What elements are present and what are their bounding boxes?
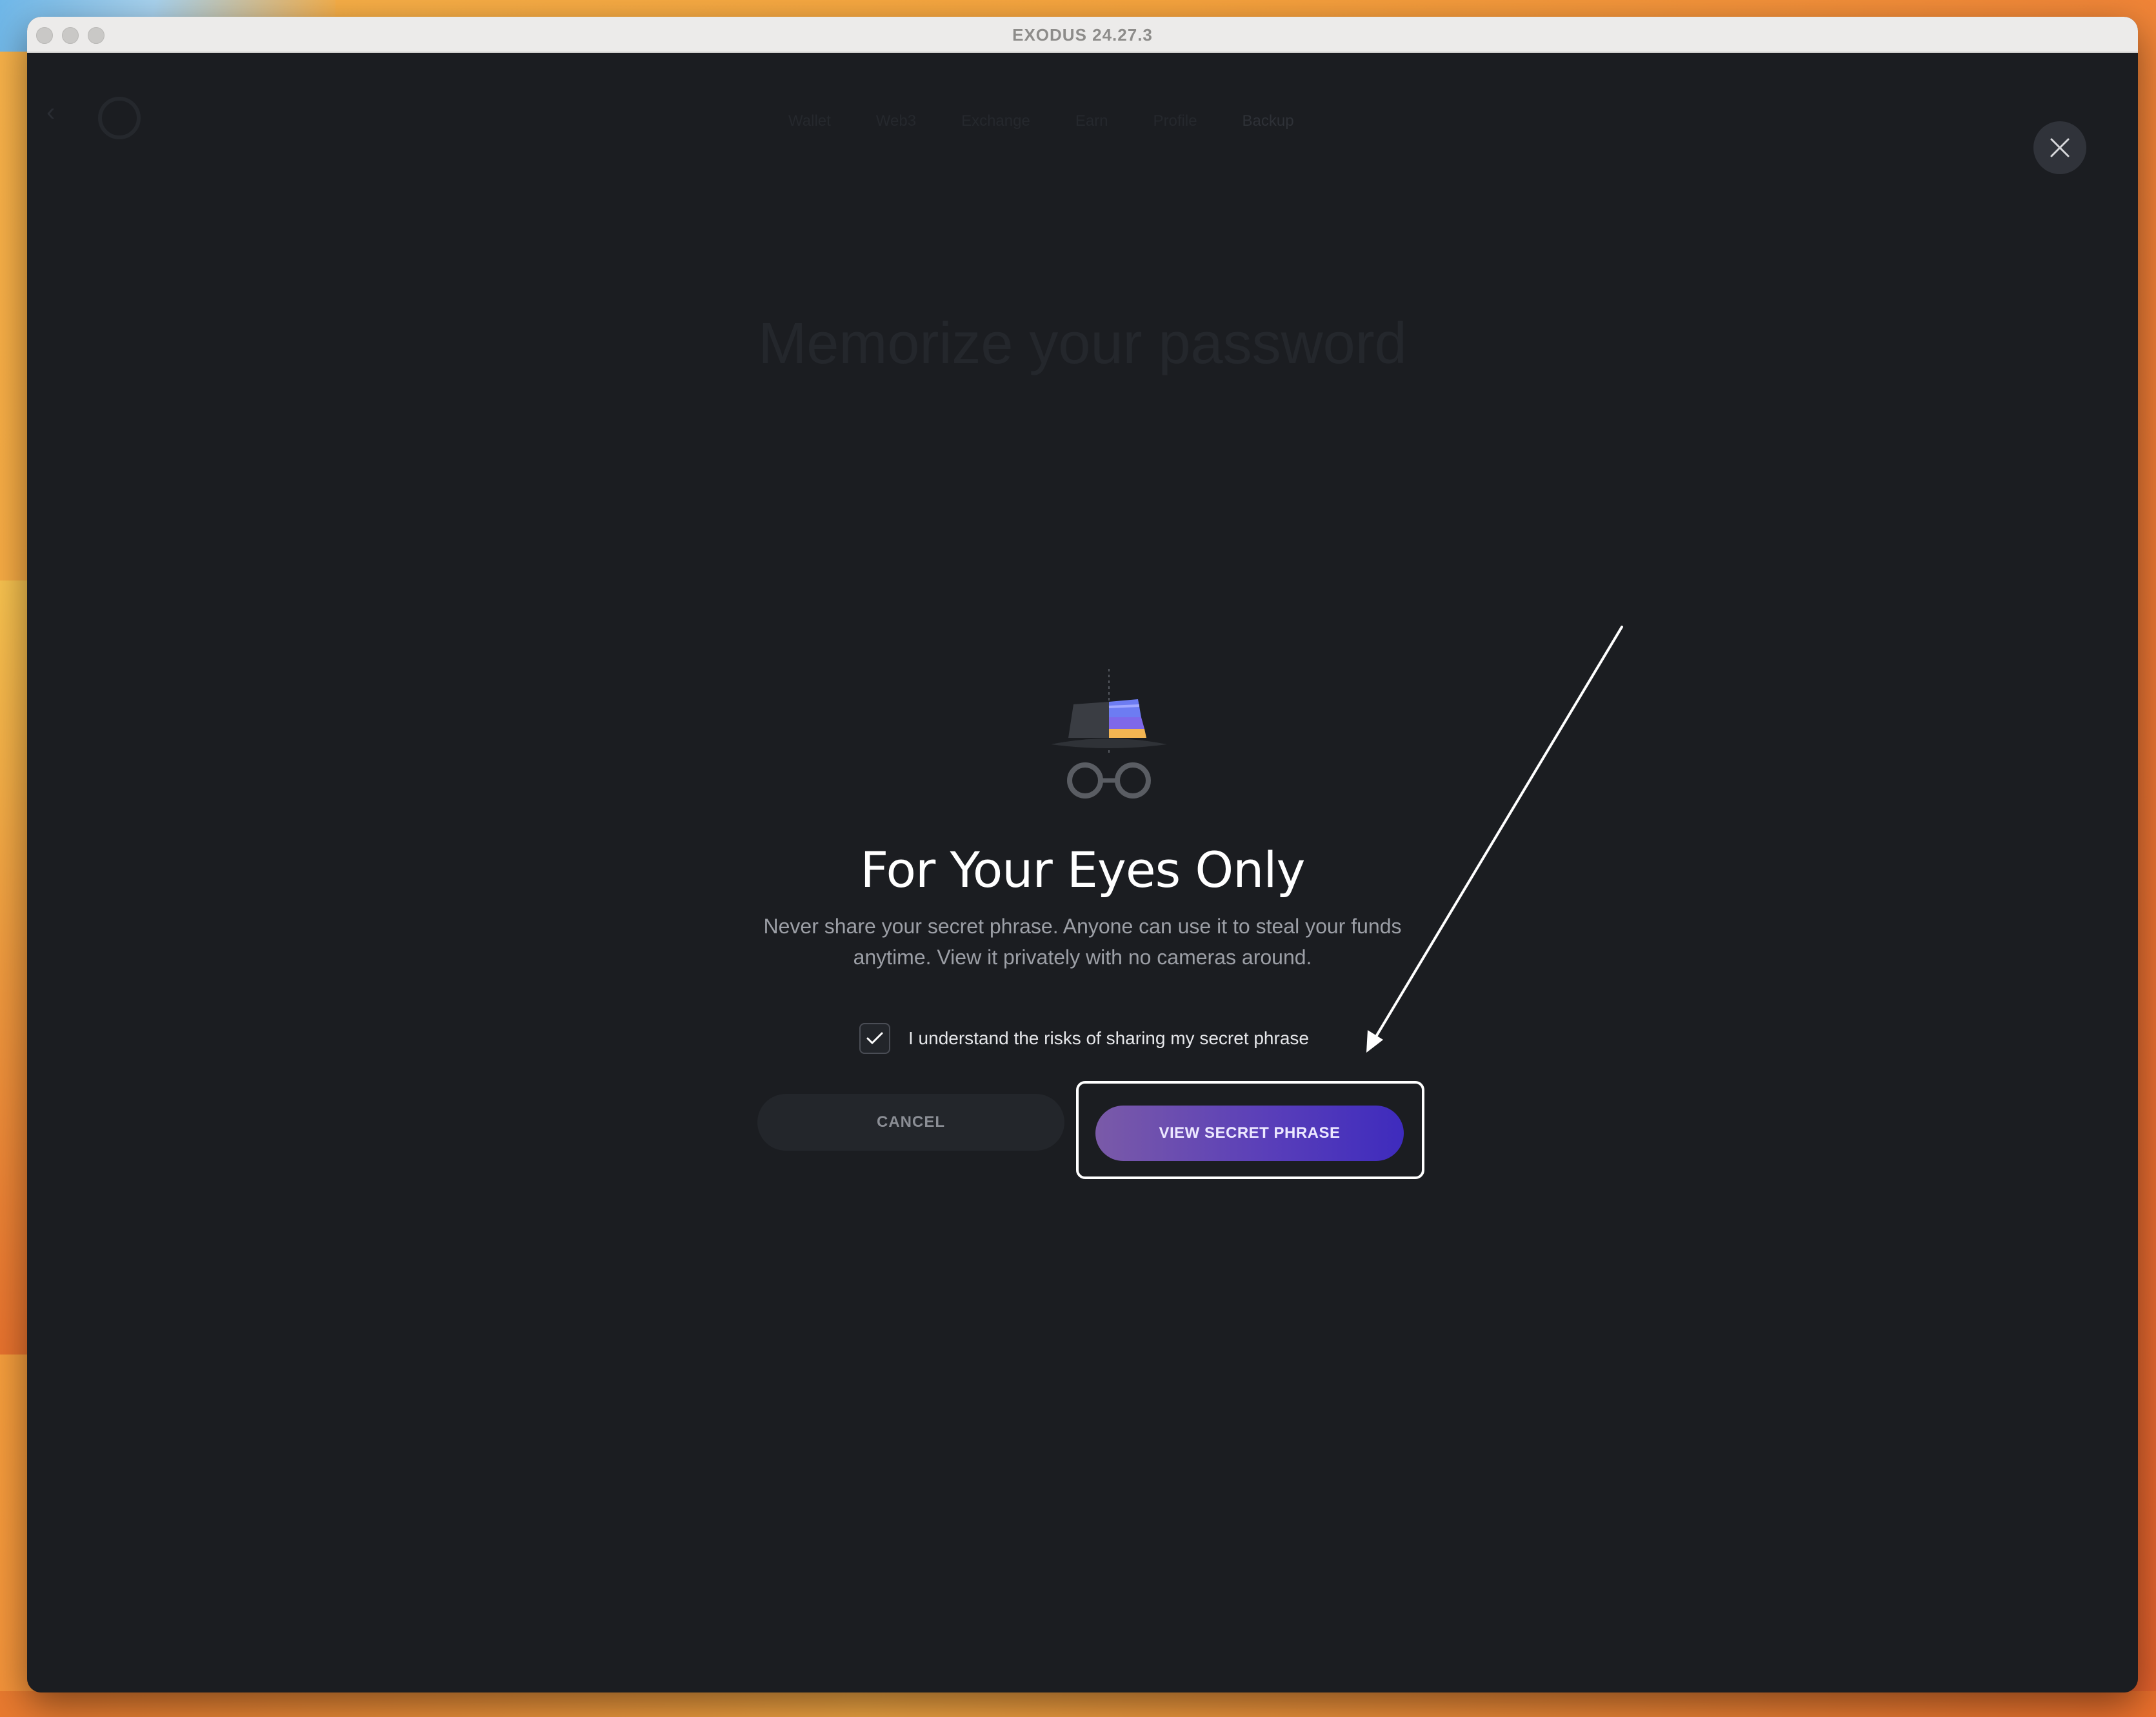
incognito-hat-glasses-icon xyxy=(1048,666,1170,814)
back-arrow-icon: ‹ xyxy=(46,98,55,127)
nav-item-earn: Earn xyxy=(1075,112,1108,130)
background-heading: Memorize your password xyxy=(27,311,2138,377)
close-icon xyxy=(2049,137,2071,159)
nav-item-web3: Web3 xyxy=(876,112,916,130)
modal-title: For Your Eyes Only xyxy=(27,841,2138,898)
exodus-logo-icon xyxy=(98,97,141,139)
nav-item-exchange: Exchange xyxy=(961,112,1030,130)
view-secret-phrase-button[interactable]: VIEW SECRET PHRASE xyxy=(1095,1106,1404,1161)
risk-checkbox[interactable] xyxy=(859,1023,890,1054)
cancel-button[interactable]: CANCEL xyxy=(757,1094,1064,1151)
app-content: ‹ Wallet Web3 Exchange Earn Profile Back… xyxy=(27,53,2138,1692)
app-window: EXODUS 24.27.3 ‹ Wallet Web3 Exchange Ea… xyxy=(27,17,2138,1692)
confirm-row: I understand the risks of sharing my sec… xyxy=(859,1022,1309,1055)
risk-checkbox-label: I understand the risks of sharing my sec… xyxy=(908,1028,1309,1049)
modal-description: Never share your secret phrase. Anyone c… xyxy=(760,911,1405,973)
nav-item-profile: Profile xyxy=(1153,112,1197,130)
title-bar: EXODUS 24.27.3 xyxy=(27,17,2138,53)
close-button[interactable] xyxy=(2033,121,2086,174)
nav-item-wallet: Wallet xyxy=(788,112,831,130)
window-title: EXODUS 24.27.3 xyxy=(27,17,2138,53)
desktop-wallpaper-bottom xyxy=(0,1691,2156,1717)
nav-item-backup: Backup xyxy=(1243,112,1294,130)
checkmark-icon xyxy=(866,1031,884,1046)
background-nav: Wallet Web3 Exchange Earn Profile Backup xyxy=(788,112,1433,130)
